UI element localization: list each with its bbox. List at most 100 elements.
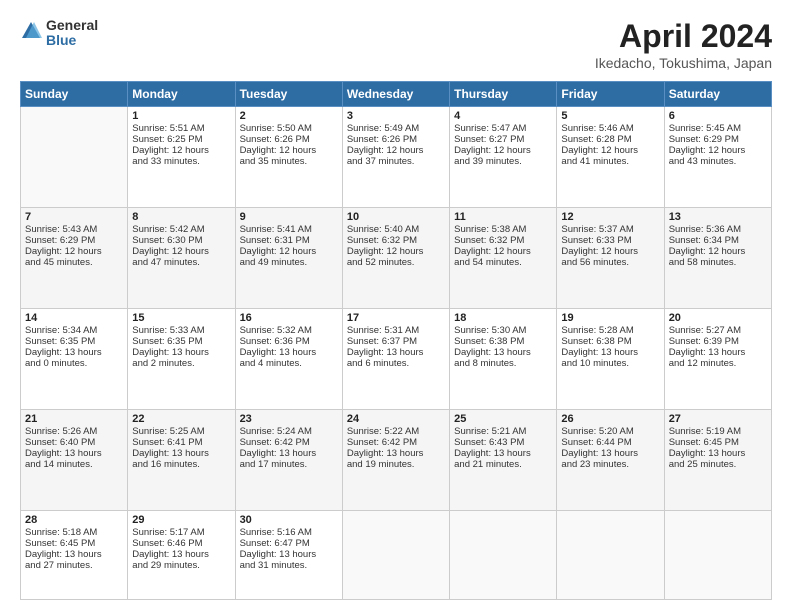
day-info: Sunrise: 5:16 AM (240, 527, 338, 538)
day-info: and 31 minutes. (240, 560, 338, 571)
day-info: Sunrise: 5:27 AM (669, 325, 767, 336)
day-info: Sunrise: 5:34 AM (25, 325, 123, 336)
day-info: Sunrise: 5:49 AM (347, 123, 445, 134)
day-info: Sunset: 6:45 PM (669, 437, 767, 448)
calendar-cell (21, 107, 128, 208)
day-info: and 25 minutes. (669, 459, 767, 470)
day-info: Sunrise: 5:17 AM (132, 527, 230, 538)
day-info: Daylight: 12 hours (561, 145, 659, 156)
day-info: Sunrise: 5:31 AM (347, 325, 445, 336)
day-info: Daylight: 12 hours (132, 145, 230, 156)
day-info: Daylight: 12 hours (454, 145, 552, 156)
day-number: 15 (132, 312, 230, 324)
page: General Blue April 2024 Ikedacho, Tokush… (0, 0, 792, 612)
header-cell-tuesday: Tuesday (235, 82, 342, 107)
day-info: Sunrise: 5:32 AM (240, 325, 338, 336)
header-cell-sunday: Sunday (21, 82, 128, 107)
day-number: 4 (454, 110, 552, 122)
day-info: Sunrise: 5:28 AM (561, 325, 659, 336)
day-info: and 19 minutes. (347, 459, 445, 470)
calendar-cell: 10Sunrise: 5:40 AMSunset: 6:32 PMDayligh… (342, 208, 449, 309)
calendar-cell: 1Sunrise: 5:51 AMSunset: 6:25 PMDaylight… (128, 107, 235, 208)
day-info: Sunset: 6:42 PM (347, 437, 445, 448)
day-info: Sunrise: 5:33 AM (132, 325, 230, 336)
calendar-cell: 28Sunrise: 5:18 AMSunset: 6:45 PMDayligh… (21, 511, 128, 600)
day-info: Daylight: 13 hours (669, 347, 767, 358)
day-number: 12 (561, 211, 659, 223)
day-info: Sunset: 6:45 PM (25, 538, 123, 549)
day-info: and 10 minutes. (561, 358, 659, 369)
logo-general: General (46, 18, 98, 33)
logo-icon (20, 20, 42, 42)
day-info: Sunset: 6:25 PM (132, 134, 230, 145)
day-number: 26 (561, 413, 659, 425)
calendar-cell (342, 511, 449, 600)
day-info: and 29 minutes. (132, 560, 230, 571)
header-cell-wednesday: Wednesday (342, 82, 449, 107)
day-info: Sunset: 6:32 PM (454, 235, 552, 246)
day-info: and 43 minutes. (669, 156, 767, 167)
week-row: 1Sunrise: 5:51 AMSunset: 6:25 PMDaylight… (21, 107, 772, 208)
day-info: Daylight: 13 hours (25, 549, 123, 560)
day-info: Daylight: 13 hours (132, 448, 230, 459)
calendar-table: SundayMondayTuesdayWednesdayThursdayFrid… (20, 81, 772, 600)
logo-text: General Blue (46, 18, 98, 49)
day-info: Daylight: 12 hours (132, 246, 230, 257)
calendar-cell: 16Sunrise: 5:32 AMSunset: 6:36 PMDayligh… (235, 309, 342, 410)
day-info: Daylight: 13 hours (132, 347, 230, 358)
day-info: Sunset: 6:35 PM (132, 336, 230, 347)
day-number: 20 (669, 312, 767, 324)
calendar-cell: 19Sunrise: 5:28 AMSunset: 6:38 PMDayligh… (557, 309, 664, 410)
calendar-body: 1Sunrise: 5:51 AMSunset: 6:25 PMDaylight… (21, 107, 772, 600)
day-info: and 54 minutes. (454, 257, 552, 268)
week-row: 28Sunrise: 5:18 AMSunset: 6:45 PMDayligh… (21, 511, 772, 600)
day-info: Daylight: 13 hours (240, 448, 338, 459)
day-info: Sunrise: 5:18 AM (25, 527, 123, 538)
day-info: Sunrise: 5:25 AM (132, 426, 230, 437)
day-info: and 17 minutes. (240, 459, 338, 470)
day-info: and 39 minutes. (454, 156, 552, 167)
calendar-cell: 3Sunrise: 5:49 AMSunset: 6:26 PMDaylight… (342, 107, 449, 208)
day-info: Sunset: 6:42 PM (240, 437, 338, 448)
day-info: Sunset: 6:29 PM (25, 235, 123, 246)
day-number: 22 (132, 413, 230, 425)
day-info: and 37 minutes. (347, 156, 445, 167)
day-number: 10 (347, 211, 445, 223)
day-info: Sunset: 6:28 PM (561, 134, 659, 145)
day-info: Sunset: 6:30 PM (132, 235, 230, 246)
day-number: 23 (240, 413, 338, 425)
day-number: 27 (669, 413, 767, 425)
day-info: Daylight: 13 hours (454, 448, 552, 459)
day-info: Sunrise: 5:50 AM (240, 123, 338, 134)
day-info: and 52 minutes. (347, 257, 445, 268)
day-info: Daylight: 13 hours (240, 549, 338, 560)
day-info: Sunrise: 5:20 AM (561, 426, 659, 437)
day-info: Daylight: 13 hours (561, 347, 659, 358)
day-info: and 23 minutes. (561, 459, 659, 470)
day-info: and 45 minutes. (25, 257, 123, 268)
calendar-cell (450, 511, 557, 600)
day-info: Sunrise: 5:24 AM (240, 426, 338, 437)
day-number: 28 (25, 514, 123, 526)
calendar-cell: 4Sunrise: 5:47 AMSunset: 6:27 PMDaylight… (450, 107, 557, 208)
day-info: Sunrise: 5:45 AM (669, 123, 767, 134)
day-info: Sunrise: 5:21 AM (454, 426, 552, 437)
day-info: Sunrise: 5:41 AM (240, 224, 338, 235)
day-info: Sunset: 6:39 PM (669, 336, 767, 347)
day-info: Daylight: 12 hours (25, 246, 123, 257)
day-info: and 12 minutes. (669, 358, 767, 369)
day-number: 18 (454, 312, 552, 324)
calendar-cell: 23Sunrise: 5:24 AMSunset: 6:42 PMDayligh… (235, 410, 342, 511)
day-info: Sunrise: 5:46 AM (561, 123, 659, 134)
day-number: 3 (347, 110, 445, 122)
header-cell-saturday: Saturday (664, 82, 771, 107)
calendar-cell: 22Sunrise: 5:25 AMSunset: 6:41 PMDayligh… (128, 410, 235, 511)
day-info: Sunrise: 5:38 AM (454, 224, 552, 235)
day-info: Daylight: 13 hours (561, 448, 659, 459)
day-info: and 41 minutes. (561, 156, 659, 167)
calendar-cell: 21Sunrise: 5:26 AMSunset: 6:40 PMDayligh… (21, 410, 128, 511)
day-info: Sunrise: 5:22 AM (347, 426, 445, 437)
day-info: and 58 minutes. (669, 257, 767, 268)
day-info: and 33 minutes. (132, 156, 230, 167)
header-cell-friday: Friday (557, 82, 664, 107)
